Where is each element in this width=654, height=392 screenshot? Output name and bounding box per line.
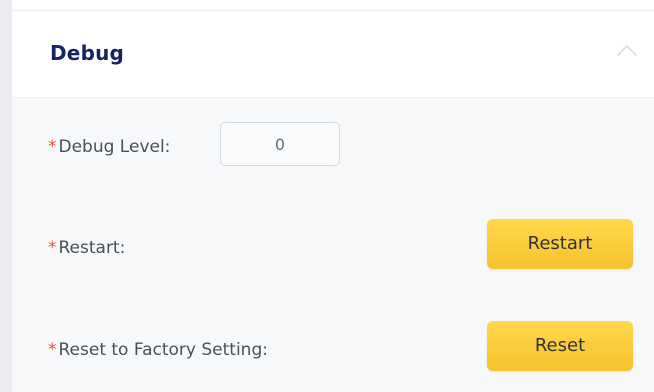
reset-button[interactable]: Reset bbox=[487, 321, 633, 371]
debug-panel-header[interactable]: Debug bbox=[12, 11, 654, 98]
chevron-up-icon[interactable] bbox=[615, 42, 639, 58]
required-mark: * bbox=[48, 340, 57, 360]
required-mark: * bbox=[48, 137, 57, 157]
debug-level-input[interactable] bbox=[220, 122, 340, 166]
restart-label-text: Restart: bbox=[58, 238, 126, 258]
debug-panel: Debug *Debug Level: *Restart: Restart *R… bbox=[12, 10, 654, 392]
debug-panel-title: Debug bbox=[50, 41, 125, 65]
reset-factory-label: * Reset to Factory Setting: bbox=[48, 340, 268, 360]
restart-button[interactable]: Restart bbox=[487, 219, 633, 269]
required-mark: * bbox=[48, 238, 57, 258]
restart-label: * Restart: bbox=[48, 238, 125, 258]
reset-factory-label-text: Reset to Factory Setting: bbox=[58, 340, 268, 360]
debug-level-label-text: Debug Level: bbox=[58, 137, 171, 157]
debug-settings-screen: Debug *Debug Level: *Restart: Restart *R… bbox=[0, 0, 654, 392]
left-rail bbox=[0, 0, 12, 392]
debug-level-label: * Debug Level: bbox=[48, 137, 170, 157]
